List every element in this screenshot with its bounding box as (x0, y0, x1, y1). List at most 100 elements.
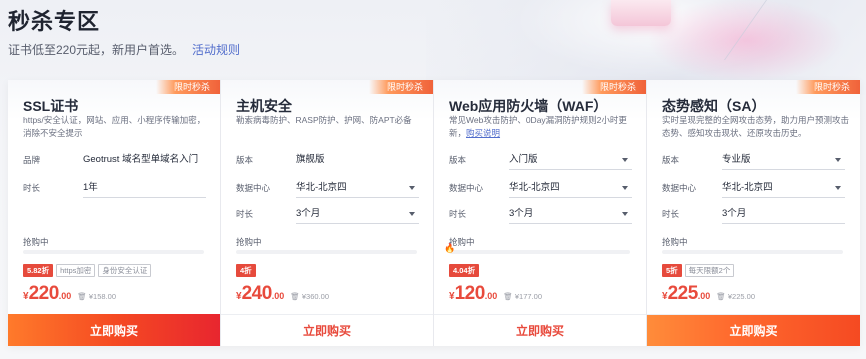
original-price: 🗑 ¥225.00 (716, 292, 756, 301)
chevron-down-icon (409, 212, 415, 216)
feature-tag: 每天限额2个 (684, 264, 735, 277)
price: ¥ 220 .00 🗑 ¥158.00 (23, 283, 116, 305)
sale-progress-bar (236, 250, 417, 254)
card-description-text: 实时呈现完整的全网攻击态势，助力用户预测攻击态势、感知攻击现状、还原攻击历史。 (662, 115, 850, 138)
option-row-brand: 品牌 Geotrust 域名型单域名入门 (23, 150, 206, 170)
card-title: 态势感知（SA） (662, 98, 766, 114)
product-cards: 限时秒杀 SSL证书 https/安全认证，网站、应用、小程序传输加密，消除不安… (8, 80, 860, 346)
option-value: 1年 (83, 178, 206, 198)
option-value-text: 入门版 (509, 154, 538, 165)
chevron-down-icon (622, 158, 628, 162)
buy-now-button[interactable]: 立即购买 (647, 314, 860, 346)
tag-list: 5.82折 https加密 身份安全认证 (23, 264, 152, 277)
flash-sale-ribbon: 限时秒杀 (368, 80, 433, 94)
buying-status: 抢购中 (236, 237, 262, 247)
option-value: 3个月 (722, 204, 845, 224)
page-title: 秒杀专区 (8, 9, 101, 34)
card-description: 常见Web攻击防护、0Day漏洞防护规则2小时更新，购买说明 (449, 114, 637, 140)
card-description-text: https/安全认证，网站、应用、小程序传输加密，消除不安全提示 (23, 115, 206, 138)
card-description: 勒索病毒防护、RASP防护、护网、防APT必备 (236, 114, 424, 127)
option-row-datacenter[interactable]: 数据中心 华北-北京四 (449, 178, 632, 198)
tag-list: 5折 每天限额2个 (662, 264, 735, 277)
subtitle-text: 证书低至220元起，新用户首选。 (8, 43, 185, 57)
feature-tag: https加密 (56, 264, 96, 277)
option-row-duration[interactable]: 时长 3个月 (236, 204, 419, 224)
option-row-duration[interactable]: 时长 3个月 (449, 204, 632, 224)
duration-select[interactable]: 3个月 (296, 204, 419, 224)
feature-tag: 身份安全认证 (98, 264, 152, 277)
chevron-down-icon (622, 212, 628, 216)
option-label: 时长 (23, 183, 41, 193)
option-value-text: 华北-北京四 (722, 182, 773, 193)
version-select[interactable]: 入门版 (509, 150, 632, 170)
option-row-datacenter[interactable]: 数据中心 华北-北京四 (236, 178, 419, 198)
price: ¥ 240 .00 🗑 ¥360.00 (236, 283, 329, 305)
option-label: 品牌 (23, 155, 41, 165)
price-decimal: .00 (484, 291, 498, 301)
tag-list: 4.04折 (449, 264, 480, 277)
product-card-waf: 限时秒杀 Web应用防火墙（WAF） 常见Web攻击防护、0Day漏洞防护规则2… (434, 80, 647, 346)
original-price: 🗑 ¥158.00 (77, 292, 117, 301)
original-price-value: ¥177.00 (514, 292, 543, 301)
price-integer: 120 (454, 283, 486, 304)
card-description: 实时呈现完整的全网攻击态势，助力用户预测攻击态势、感知攻击现状、还原攻击历史。 (662, 114, 850, 140)
tag-list: 4折 (236, 264, 256, 277)
datacenter-select[interactable]: 华北-北京四 (509, 178, 632, 198)
option-label: 版本 (236, 155, 254, 165)
chevron-down-icon (622, 186, 628, 190)
original-price-value: ¥360.00 (301, 292, 330, 301)
price-integer: 225 (667, 283, 699, 304)
option-value: 旗舰版 (296, 154, 325, 165)
page-subtitle: 证书低至220元起，新用户首选。 活动规则 (8, 41, 240, 58)
price-integer: 240 (241, 283, 273, 304)
option-label: 版本 (662, 155, 680, 165)
option-row-version[interactable]: 版本 入门版 (449, 150, 632, 170)
price: ¥ 120 .00 🗑 ¥177.00 (449, 283, 542, 305)
option-value-text: 3个月 (722, 208, 747, 219)
buy-now-button[interactable]: 立即购买 (221, 314, 433, 346)
original-price: 🗑 ¥177.00 (503, 292, 543, 301)
option-row-version[interactable]: 版本 专业版 (662, 150, 845, 170)
duration-select[interactable]: 3个月 (509, 204, 632, 224)
flash-sale-ribbon: 限时秒杀 (155, 80, 220, 94)
discount-badge: 4折 (236, 264, 256, 277)
option-value-text: 专业版 (722, 154, 751, 165)
option-value-text: 3个月 (296, 208, 321, 219)
chevron-down-icon (835, 186, 841, 190)
buying-status: 抢购中 (449, 237, 475, 247)
option-row-datacenter[interactable]: 数据中心 华北-北京四 (662, 178, 845, 198)
option-label: 数据中心 (662, 183, 697, 193)
price-decimal: .00 (697, 291, 711, 301)
price: ¥ 225 .00 🗑 ¥225.00 (662, 283, 755, 305)
buy-now-button[interactable]: 立即购买 (8, 314, 220, 346)
original-price: 🗑 ¥360.00 (290, 292, 330, 301)
card-title: Web应用防火墙（WAF） (449, 98, 608, 114)
version-select[interactable]: 专业版 (722, 150, 845, 170)
datacenter-select[interactable]: 华北-北京四 (722, 178, 845, 198)
option-label: 时长 (662, 209, 680, 219)
buying-status: 抢购中 (23, 237, 49, 247)
buy-now-button[interactable]: 立即购买 (434, 314, 646, 346)
activity-rules-link[interactable]: 活动规则 (192, 43, 240, 57)
option-value: Geotrust 域名型单域名入门 (83, 154, 199, 165)
option-label: 数据中心 (449, 183, 484, 193)
flash-sale-ribbon: 限时秒杀 (581, 80, 646, 94)
option-label: 时长 (236, 209, 254, 219)
datacenter-select[interactable]: 华北-北京四 (296, 178, 419, 198)
original-price-value: ¥225.00 (727, 292, 756, 301)
card-description: https/安全认证，网站、应用、小程序传输加密，消除不安全提示 (23, 114, 211, 140)
product-card-ssl: 限时秒杀 SSL证书 https/安全认证，网站、应用、小程序传输加密，消除不安… (8, 80, 221, 346)
purchase-notes-link[interactable]: 购买说明 (466, 128, 500, 138)
price-decimal: .00 (271, 291, 285, 301)
option-value-text: 华北-北京四 (509, 182, 560, 193)
chevron-down-icon (835, 158, 841, 162)
product-card-situation-awareness: 限时秒杀 态势感知（SA） 实时呈现完整的全网攻击态势，助力用户预测攻击态势、感… (647, 80, 860, 346)
option-label: 数据中心 (236, 183, 271, 193)
card-title: SSL证书 (23, 98, 79, 114)
discount-badge: 5.82折 (23, 264, 54, 277)
option-row-version: 版本 旗舰版 (236, 150, 419, 170)
flash-sale-ribbon: 限时秒杀 (795, 80, 860, 94)
price-decimal: .00 (58, 291, 72, 301)
chevron-down-icon (409, 186, 415, 190)
option-value-text: 1年 (83, 182, 98, 193)
